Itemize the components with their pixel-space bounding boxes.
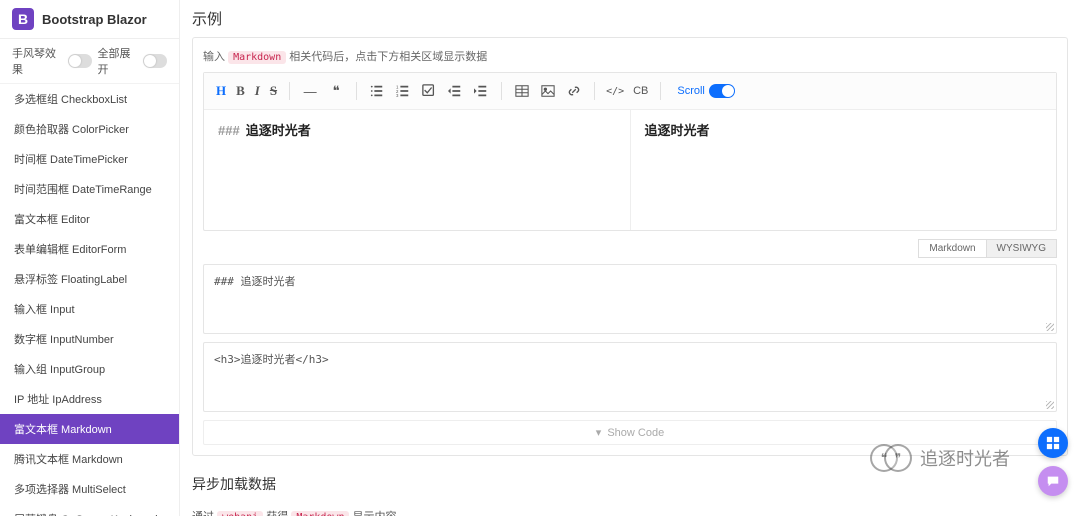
mode-tabs: Markdown WYSIWYG [203, 239, 1057, 258]
sidebar-item[interactable]: 多选框组 CheckboxList [0, 84, 179, 114]
toolbar-quote[interactable]: ❝ [324, 79, 348, 103]
async-description: 通过 webapi 获得 Markdown 显示内容 [192, 508, 1068, 516]
sidebar-item[interactable]: 屏幕键盘 OnScreenKeyboard [0, 504, 179, 516]
sidebar-nav: 多选框组 CheckboxList颜色拾取器 ColorPicker时间框 Da… [0, 84, 179, 516]
expand-toggle[interactable] [143, 54, 167, 68]
chip-webapi: webapi [217, 511, 263, 516]
async-title: 异步加载数据 [192, 466, 1068, 502]
toolbar-code[interactable]: </> [603, 79, 627, 103]
toolbar-italic[interactable]: I [251, 79, 264, 103]
brand-header: B Bootstrap Blazor [0, 0, 179, 39]
toolbar-hr[interactable]: — [298, 79, 322, 103]
editor-toolbar: H B I S — ❝ 123 [204, 73, 1056, 110]
main-content: 示例 输入 Markdown 相关代码后，点击下方相关区域显示数据 H B I … [180, 0, 1080, 516]
brand-title: Bootstrap Blazor [42, 12, 147, 27]
source-text: 追逐时光者 [246, 123, 311, 138]
toolbar-table[interactable] [510, 79, 534, 103]
tab-wysiwyg[interactable]: WYSIWYG [987, 239, 1057, 258]
chip-markdown2: Markdown [291, 511, 349, 516]
resize-grip[interactable] [1046, 401, 1054, 409]
source-hash: ### [218, 123, 240, 138]
toolbar-ol[interactable]: 123 [391, 79, 415, 103]
editor-preview-pane: 追逐时光者 [630, 110, 1057, 230]
sidebar-item[interactable]: 表单编辑框 EditorForm [0, 234, 179, 264]
markdown-editor: H B I S — ❝ 123 [203, 72, 1057, 231]
toolbar-link[interactable] [562, 79, 586, 103]
sidebar-item[interactable]: 时间范围框 DateTimeRange [0, 174, 179, 204]
toolbar-indent[interactable] [469, 79, 493, 103]
toolbar-ul[interactable] [365, 79, 389, 103]
sidebar-item[interactable]: 富文本框 Editor [0, 204, 179, 234]
chip-markdown: Markdown [228, 51, 286, 64]
scroll-sync: Scroll [677, 84, 735, 98]
editor-source-pane[interactable]: ### 追逐时光者 [204, 110, 630, 230]
toolbar-heading[interactable]: H [212, 79, 230, 103]
show-code-button[interactable]: ▾Show Code [203, 420, 1057, 445]
resize-grip[interactable] [1046, 323, 1054, 331]
scroll-switch[interactable] [709, 84, 735, 98]
section-title: 示例 [192, 0, 1068, 37]
example-description: 输入 Markdown 相关代码后，点击下方相关区域显示数据 [203, 48, 1057, 64]
expand-label: 全部展开 [98, 45, 138, 77]
output-markdown[interactable]: ### 追逐时光者 [203, 264, 1057, 334]
sidebar-item[interactable]: 腾讯文本框 Markdown [0, 444, 179, 474]
sidebar-item[interactable]: IP 地址 IpAddress [0, 384, 179, 414]
svg-text:3: 3 [396, 93, 399, 98]
sidebar-item[interactable]: 多项选择器 MultiSelect [0, 474, 179, 504]
sidebar-item[interactable]: 悬浮标签 FloatingLabel [0, 264, 179, 294]
toolbar-strike[interactable]: S [266, 79, 281, 103]
sidebar-item[interactable]: 输入组 InputGroup [0, 354, 179, 384]
float-chat-button[interactable] [1038, 466, 1068, 496]
sidebar-item[interactable]: 时间框 DateTimePicker [0, 144, 179, 174]
scroll-label: Scroll [677, 85, 705, 97]
preview-text: 追逐时光者 [645, 123, 710, 138]
toolbar-outdent[interactable] [443, 79, 467, 103]
accordion-label: 手风琴效果 [12, 45, 62, 77]
sidebar-item[interactable]: 颜色拾取器 ColorPicker [0, 114, 179, 144]
toolbar-task[interactable] [417, 79, 441, 103]
editor-body: ### 追逐时光者 追逐时光者 [204, 110, 1056, 230]
toolbar-bold[interactable]: B [232, 79, 249, 103]
sidebar-item[interactable]: 输入框 Input [0, 294, 179, 324]
tab-markdown[interactable]: Markdown [918, 239, 986, 258]
sidebar-toggle-row: 手风琴效果 全部展开 [0, 39, 179, 84]
brand-logo: B [12, 8, 34, 30]
sidebar-item[interactable]: 数字框 InputNumber [0, 324, 179, 354]
toolbar-codeblock[interactable]: CB [629, 79, 652, 103]
output-html[interactable]: <h3>追逐时光者</h3> [203, 342, 1057, 412]
float-windows-button[interactable] [1038, 428, 1068, 458]
accordion-toggle[interactable] [68, 54, 92, 68]
example-card: 输入 Markdown 相关代码后，点击下方相关区域显示数据 H B I S —… [192, 37, 1068, 456]
sidebar: B Bootstrap Blazor 手风琴效果 全部展开 多选框组 Check… [0, 0, 180, 516]
toolbar-image[interactable] [536, 79, 560, 103]
sidebar-item[interactable]: 富文本框 Markdown [0, 414, 179, 444]
